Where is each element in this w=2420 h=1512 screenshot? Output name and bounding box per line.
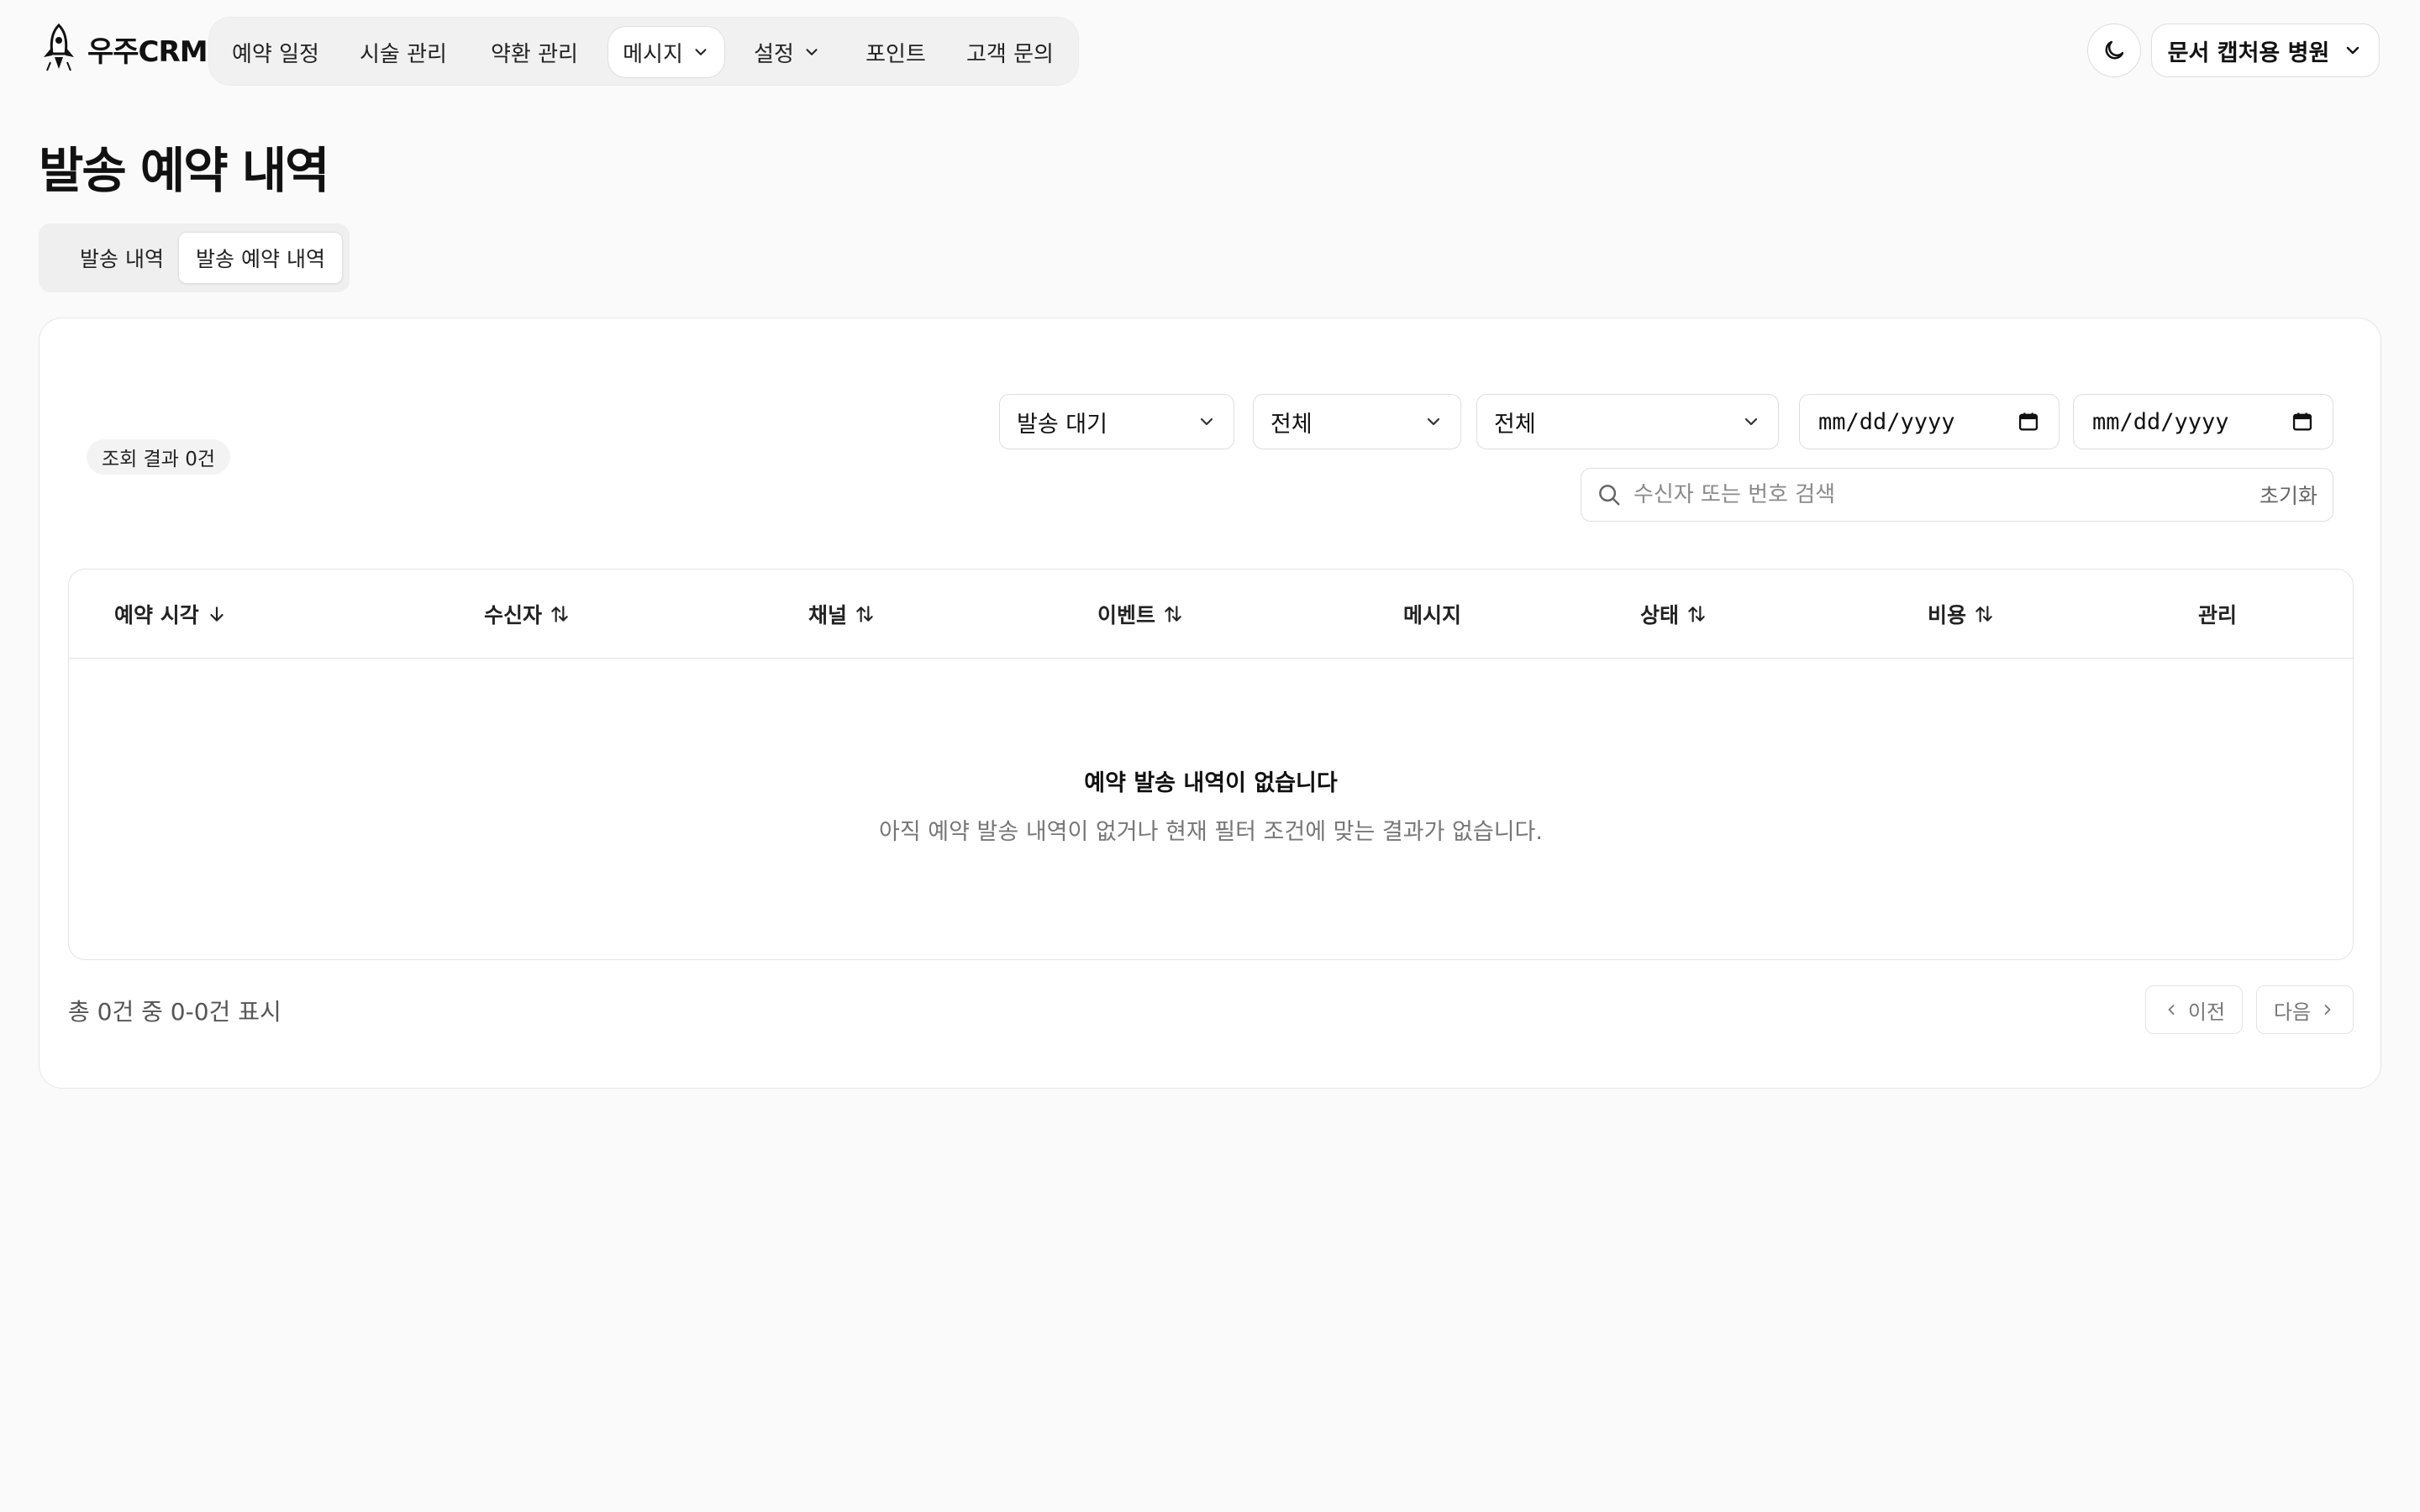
status-filter-select[interactable]: 발송 대기 — [999, 394, 1234, 449]
prev-page-button[interactable]: 이전 — [2145, 985, 2243, 1034]
nav-item-support[interactable]: 고객 문의 — [949, 26, 1071, 78]
column-label: 채널 — [808, 603, 848, 627]
nav-item-label: 약환 관리 — [491, 41, 578, 67]
search-input[interactable] — [1634, 482, 2248, 507]
sort-icon — [1975, 606, 1992, 622]
clinic-name: 문서 캡처용 병원 — [2167, 39, 2330, 66]
sort-icon — [1165, 606, 1181, 622]
chevron-down-icon — [806, 49, 818, 55]
arrow-down-icon — [210, 606, 224, 622]
theme-toggle-button[interactable] — [2087, 24, 2141, 77]
end-date-input[interactable]: mm/dd/yyyy — [2073, 394, 2333, 449]
top-navigation: 우주CRM 예약 일정 시술 관리 약환 관리 메시지 설정 포인트 고객 문의… — [0, 0, 2420, 99]
scheduled-list-card: 조회 결과 0건 발송 대기 전체 전체 mm/dd/yyyy mm/dd/yy… — [39, 318, 2381, 1089]
brand-name: 우주CRM — [87, 34, 208, 69]
next-page-label: 다음 — [2273, 1000, 2312, 1024]
brand-logo[interactable]: 우주CRM — [39, 24, 208, 74]
column-header-scheduled-time[interactable]: 예약 시각 — [114, 570, 228, 659]
nav-item-label: 포인트 — [865, 41, 926, 67]
result-count-badge: 조회 결과 0건 — [87, 439, 231, 475]
sort-icon — [551, 606, 568, 622]
column-label: 예약 시각 — [114, 603, 199, 627]
app-root: 우주CRM 예약 일정 시술 관리 약환 관리 메시지 설정 포인트 고객 문의… — [0, 0, 2420, 1512]
page-title: 발송 예약 내역 — [39, 142, 330, 199]
end-date-value: mm/dd/yyyy — [2092, 408, 2229, 435]
nav-item-label: 예약 일정 — [232, 41, 319, 67]
event-filter-select[interactable]: 전체 — [1476, 394, 1779, 449]
pagination-summary: 총 0건 중 0-0건 표시 — [68, 998, 281, 1026]
column-label: 상태 — [1640, 603, 1680, 627]
column-header-channel[interactable]: 채널 — [808, 570, 876, 659]
channel-filter-value: 전체 — [1270, 411, 1313, 438]
tab-send-history[interactable]: 발송 내역 — [47, 232, 197, 284]
chevron-down-icon — [1427, 417, 1440, 426]
chevron-down-icon — [1744, 417, 1758, 426]
recipient-search: 초기화 — [1581, 468, 2333, 522]
tab-label: 발송 내역 — [80, 247, 164, 271]
nav-item-label: 메시지 — [623, 41, 683, 67]
rocket-icon — [44, 24, 74, 71]
start-date-input[interactable]: mm/dd/yyyy — [1799, 394, 2060, 449]
channel-filter-select[interactable]: 전체 — [1253, 394, 1461, 449]
nav-item-label: 고객 문의 — [966, 41, 1054, 67]
column-label: 이벤트 — [1097, 603, 1156, 627]
nav-item-schedule[interactable]: 예약 일정 — [216, 26, 335, 78]
tab-scheduled-history[interactable]: 발송 예약 내역 — [178, 232, 343, 284]
next-page-button[interactable]: 다음 — [2256, 985, 2354, 1034]
main-nav: 예약 일정 시술 관리 약환 관리 메시지 설정 포인트 고객 문의 — [208, 17, 1079, 86]
nav-item-treatment[interactable]: 시술 관리 — [344, 26, 463, 78]
column-header-actions: 관리 — [2198, 570, 2237, 659]
search-icon — [1599, 485, 1620, 506]
chevron-right-icon — [2324, 1005, 2331, 1015]
column-header-message: 메시지 — [1403, 570, 1461, 659]
chevron-down-icon — [1200, 417, 1213, 426]
column-header-recipient[interactable]: 수신자 — [484, 570, 571, 659]
nav-item-settings[interactable]: 설정 — [737, 26, 838, 78]
scheduled-table: 예약 시각 수신자 채널 이벤트 메시지 상태 비용 관리 예약 발송 내역이 … — [68, 569, 2354, 960]
event-filter-value: 전체 — [1494, 411, 1536, 438]
table-header: 예약 시각 수신자 채널 이벤트 메시지 상태 비용 관리 — [69, 570, 2353, 659]
nav-item-label: 설정 — [754, 41, 794, 67]
nav-item-points[interactable]: 포인트 — [850, 26, 942, 78]
moon-icon — [2105, 40, 2124, 60]
start-date-value: mm/dd/yyyy — [1818, 408, 1955, 435]
column-label: 관리 — [2198, 603, 2238, 627]
nav-item-label: 시술 관리 — [360, 41, 447, 67]
column-label: 메시지 — [1403, 603, 1462, 627]
column-label: 수신자 — [484, 603, 543, 627]
chevron-down-icon — [2347, 46, 2360, 55]
nav-item-policy[interactable]: 약환 관리 — [475, 26, 594, 78]
chevron-left-icon — [2168, 1005, 2175, 1015]
column-header-cost[interactable]: 비용 — [1928, 570, 1995, 659]
status-filter-value: 발송 대기 — [1017, 411, 1107, 438]
nav-item-message[interactable]: 메시지 — [608, 26, 725, 78]
reset-button[interactable]: 초기화 — [2260, 480, 2317, 510]
chevron-down-icon — [695, 49, 707, 55]
sort-icon — [1688, 606, 1705, 622]
clinic-selector[interactable]: 문서 캡처용 병원 — [2151, 24, 2380, 77]
column-label: 비용 — [1928, 603, 1967, 627]
calendar-icon[interactable] — [2291, 410, 2314, 433]
empty-state-description: 아직 예약 발송 내역이 없거나 현재 필터 조건에 맞는 결과가 없습니다. — [879, 819, 1543, 845]
tab-label: 발송 예약 내역 — [196, 247, 325, 271]
prev-page-label: 이전 — [2187, 1000, 2226, 1024]
column-header-event[interactable]: 이벤트 — [1097, 570, 1184, 659]
sort-icon — [856, 606, 873, 622]
empty-state-title: 예약 발송 내역이 없습니다 — [1084, 770, 1338, 796]
column-header-status[interactable]: 상태 — [1640, 570, 1707, 659]
history-tabs: 발송 내역 발송 예약 내역 — [39, 223, 350, 292]
calendar-icon[interactable] — [2017, 410, 2040, 433]
